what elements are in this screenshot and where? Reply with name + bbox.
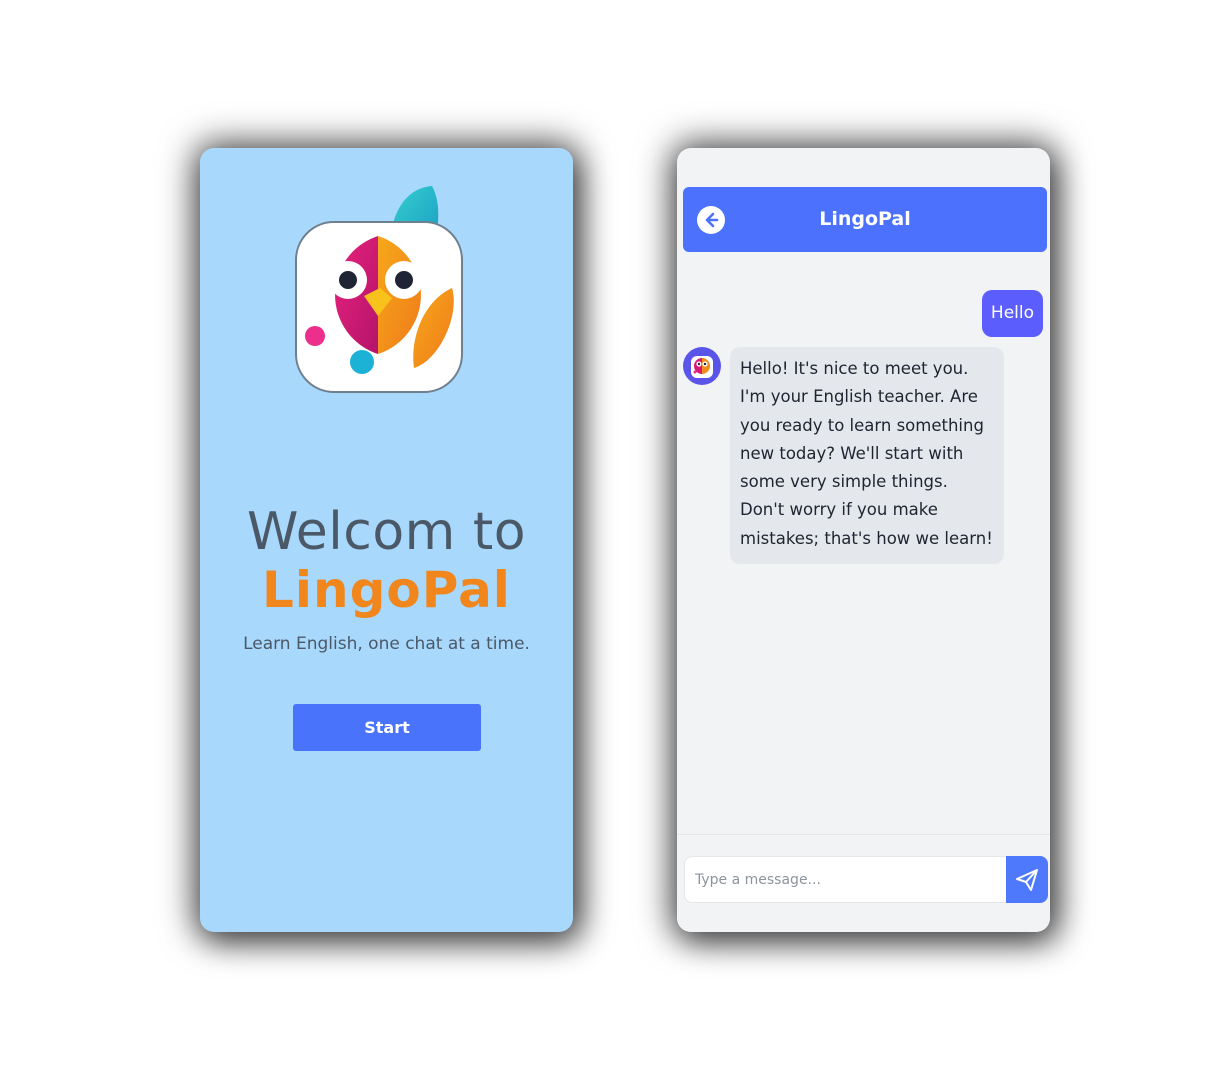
welcome-title: Welcom to <box>246 502 527 562</box>
chat-header: LingoPal <box>683 187 1047 252</box>
brand-name: LingoPal <box>262 561 511 619</box>
welcome-screen: Welcom to LingoPal Learn English, one ch… <box>200 148 573 932</box>
chat-screen: LingoPal Hello Hello! It's nice to meet … <box>677 148 1050 932</box>
start-button[interactable]: Start <box>293 704 481 751</box>
owl-avatar-icon <box>683 347 721 385</box>
send-button[interactable] <box>1006 856 1048 903</box>
message-composer <box>677 834 1050 932</box>
owl-logo-icon <box>294 184 466 396</box>
tagline: Learn English, one chat at a time. <box>243 634 530 654</box>
send-paper-plane-icon <box>1016 869 1038 891</box>
user-message-bubble: Hello <box>981 290 1043 337</box>
message-input[interactable] <box>684 856 1006 903</box>
bot-message-bubble: Hello! It's nice to meet you. I'm your E… <box>730 347 1004 565</box>
chat-header-title: LingoPal <box>819 208 911 230</box>
